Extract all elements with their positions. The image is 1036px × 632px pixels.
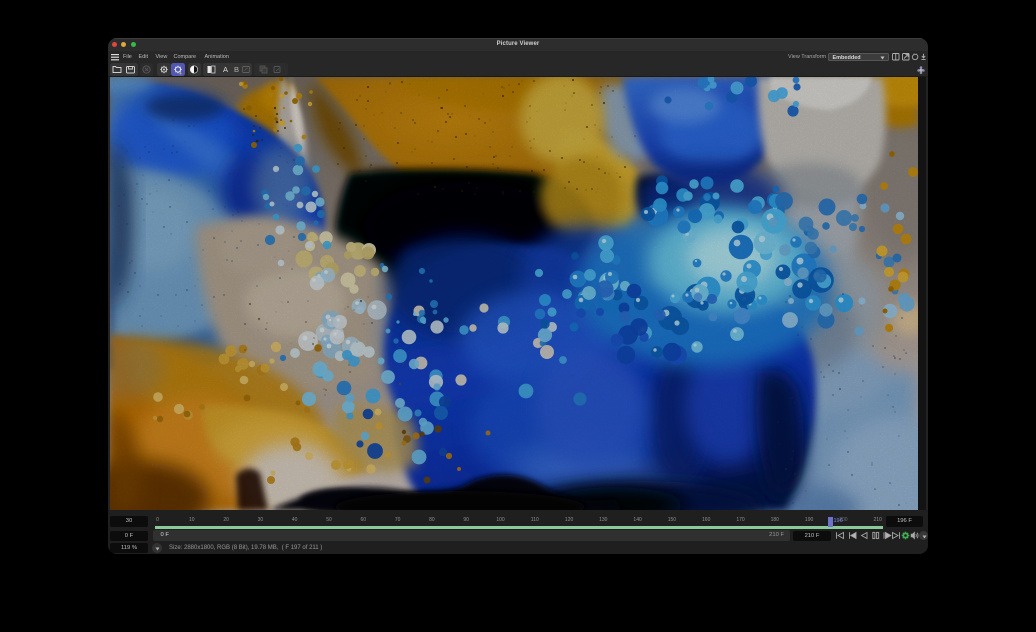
svg-text:A: A (223, 65, 228, 74)
svg-text:B: B (234, 65, 239, 74)
